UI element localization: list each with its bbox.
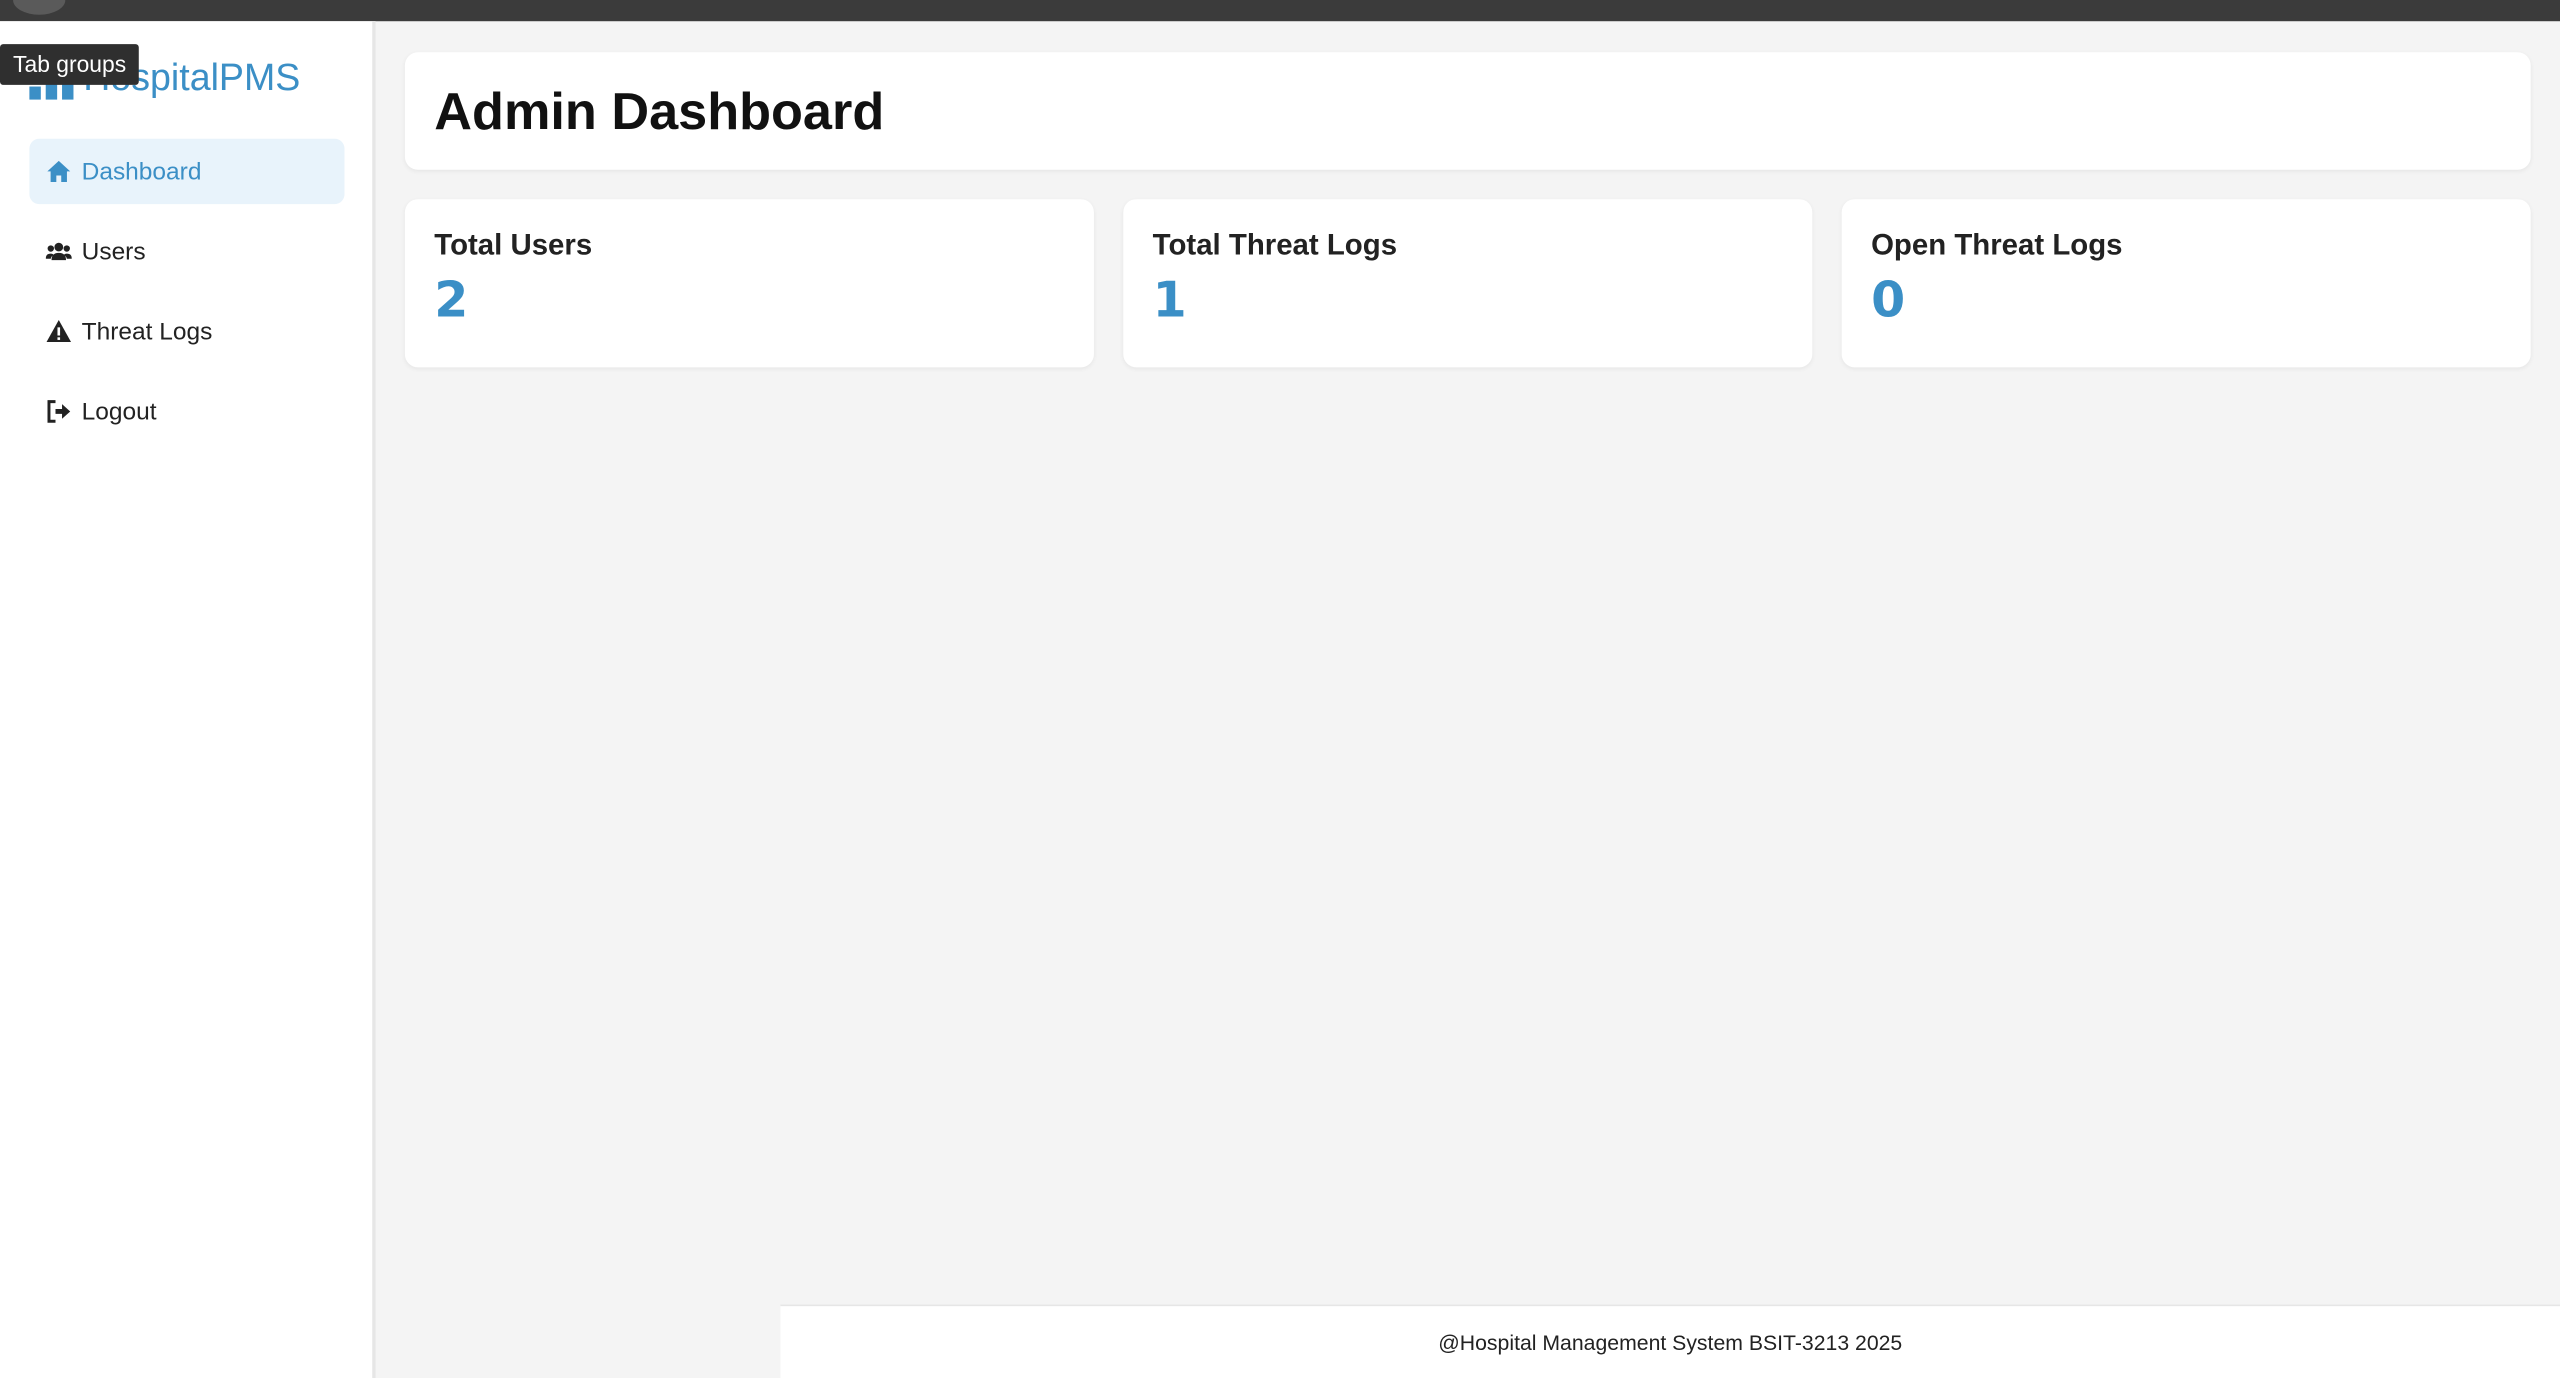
logout-icon: [47, 400, 71, 423]
home-icon: [47, 160, 71, 183]
users-icon: [45, 242, 72, 261]
footer-text: @Hospital Management System BSIT-3213 20…: [1438, 1329, 1903, 1355]
sidebar-item-dashboard[interactable]: Dashboard: [29, 138, 345, 205]
sidebar-item-label: Dashboard: [81, 157, 202, 186]
stat-card-total-threat-logs: Total Threat Logs 1: [1123, 199, 1813, 368]
sidebar-item-users[interactable]: Users: [29, 219, 344, 284]
page-header: Admin Dashboard: [404, 52, 2531, 170]
tab-groups-button[interactable]: [13, 0, 66, 15]
sidebar-item-label: Logout: [81, 397, 157, 426]
stat-value: 0: [1871, 272, 1906, 330]
tab-groups-tooltip: Tab groups: [0, 44, 140, 85]
page-footer: @Hospital Management System BSIT-3213 20…: [780, 1304, 2560, 1378]
sidebar: HospitalPMS Dashboard Users Threat Logs …: [0, 21, 376, 1378]
stat-title: Total Users: [434, 228, 593, 262]
page-title: Admin Dashboard: [434, 80, 885, 140]
stat-value: 1: [1152, 272, 1187, 330]
main-content: Admin Dashboard Total Users 2 Total Thre…: [404, 52, 2531, 368]
sidebar-item-label: Threat Logs: [81, 317, 213, 346]
stat-title: Open Threat Logs: [1871, 228, 2123, 262]
stat-title: Total Threat Logs: [1152, 228, 1398, 262]
sidebar-item-label: Users: [81, 237, 146, 266]
app-window: HospitalPMS Dashboard Users Threat Logs …: [0, 0, 2560, 1378]
stat-value: 2: [434, 272, 469, 330]
stat-card-total-users: Total Users 2: [404, 199, 1094, 368]
sidebar-item-threat-logs[interactable]: Threat Logs: [29, 299, 344, 364]
stat-card-open-threat-logs: Open Threat Logs 0: [1841, 199, 2531, 368]
sidebar-item-logout[interactable]: Logout: [29, 379, 344, 444]
browser-top-bar: [0, 0, 2560, 22]
sidebar-nav: Dashboard Users Threat Logs Logout: [29, 138, 345, 459]
stats-row: Total Users 2 Total Threat Logs 1 Open T…: [404, 199, 2531, 368]
warning-icon: [46, 320, 72, 343]
